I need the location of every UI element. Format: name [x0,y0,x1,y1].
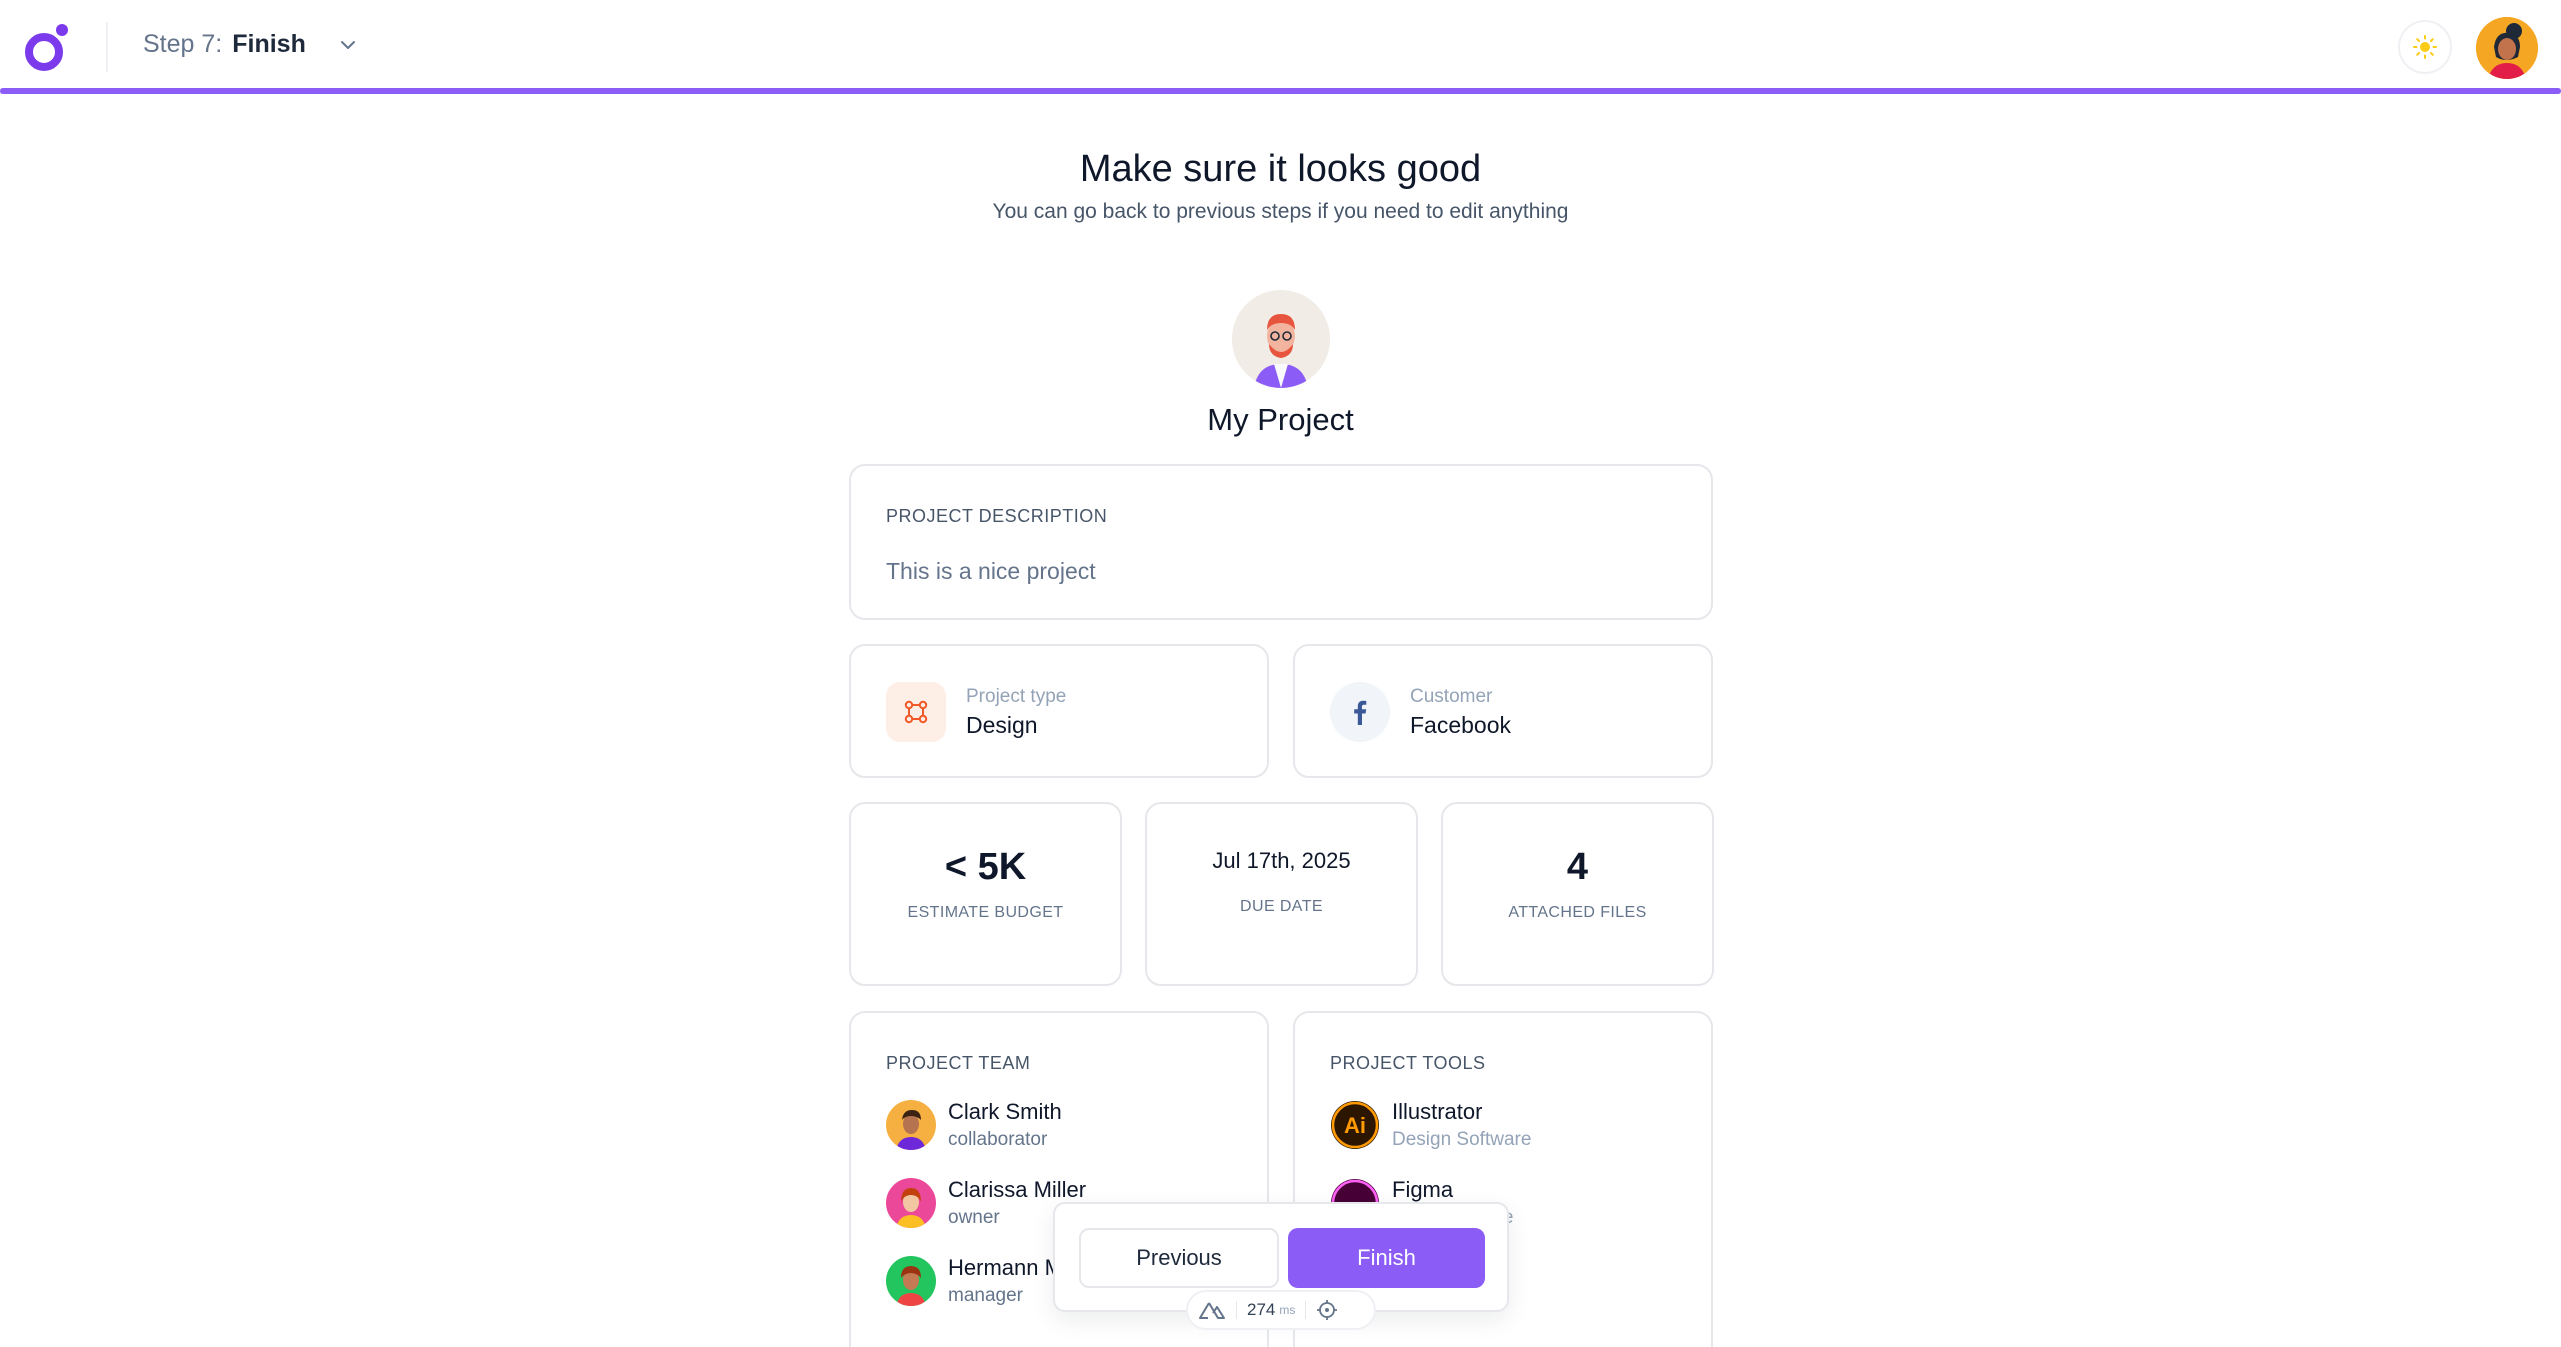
step-selector[interactable]: Step 7: Finish [143,30,360,59]
project-avatar [1232,290,1330,388]
customer-label: Customer [1410,686,1493,707]
divider [106,22,108,72]
team-member-role: manager [948,1285,1023,1306]
top-bar: Step 7: Finish [0,0,2561,94]
vector-nodes-icon [904,700,928,724]
project-description-label: PROJECT DESCRIPTION [886,506,1108,526]
team-member-row: Clark Smith collaborator [886,1099,1062,1151]
customer-card: Customer Facebook [1293,644,1713,778]
app-logo[interactable] [22,20,72,76]
step-number: Step 7: [143,30,223,58]
user-avatar-illustration [2476,17,2538,79]
budget-stat-card: < 5K ESTIMATE BUDGET [849,802,1122,986]
team-member-role: collaborator [948,1129,1048,1150]
team-member-avatar [886,1100,936,1150]
files-stat-card: 4 ATTACHED FILES [1441,802,1714,986]
dev-toolbar[interactable]: 274 ms [1186,1290,1376,1330]
project-avatar-illustration [1232,290,1330,388]
user-avatar[interactable] [2476,17,2538,79]
team-member-avatar [886,1256,936,1306]
due-date-stat-card: Jul 17th, 2025 DUE DATE [1145,802,1418,986]
facebook-icon [1354,700,1367,725]
svg-text:Ai: Ai [1344,1113,1366,1138]
project-type-label: Project type [966,686,1067,707]
tool-name: Illustrator [1392,1099,1483,1124]
previous-button[interactable]: Previous [1079,1228,1279,1288]
nuxt-icon[interactable] [1198,1300,1226,1320]
sun-icon [2413,35,2437,59]
project-name: My Project [1207,402,1354,437]
render-time-value: 274 [1247,1300,1276,1319]
project-type-card: Project type Design [849,644,1269,778]
due-date-value: Jul 17th, 2025 [1212,848,1351,873]
team-member-name: Clarissa Miller [948,1177,1087,1202]
tool-row: Ai Illustrator Design Software [1330,1099,1531,1151]
team-member-name: Hermann M [948,1255,1063,1280]
theme-toggle-button[interactable] [2398,20,2452,74]
illustrator-icon: Ai [1330,1100,1380,1150]
finish-button[interactable]: Finish [1288,1228,1485,1288]
page-title: Make sure it looks good [1079,148,1482,190]
budget-label: ESTIMATE BUDGET [907,904,1064,921]
team-member-avatar [886,1178,936,1228]
files-label: ATTACHED FILES [1508,904,1647,921]
page-subtitle: You can go back to previous steps if you… [992,200,1569,223]
team-member-name: Clark Smith [948,1099,1062,1124]
team-member-row: Hermann M manager [886,1255,1063,1307]
divider [1305,1301,1307,1319]
project-type-icon-box [886,682,946,742]
render-time-unit: ms [1279,1303,1296,1317]
progress-bar [0,88,2561,94]
step-title: Finish [232,30,306,58]
chevron-down-icon [340,40,355,49]
divider [1236,1301,1237,1319]
customer-icon-box [1330,682,1390,742]
crosshair-icon[interactable] [1316,1299,1338,1321]
project-description-text: This is a nice project [886,558,1096,584]
project-description-card: PROJECT DESCRIPTION This is a nice proje… [849,464,1713,620]
tool-category: Design Software [1392,1129,1532,1150]
budget-value: < 5K [944,846,1027,888]
project-type-value: Design [966,712,1038,738]
files-count-value: 4 [1566,846,1589,888]
due-date-label: DUE DATE [1240,898,1323,915]
project-team-label: PROJECT TEAM [886,1053,1031,1073]
tool-name: Figma [1392,1177,1454,1202]
customer-value: Facebook [1410,712,1512,738]
project-tools-label: PROJECT TOOLS [1330,1053,1486,1073]
progress-bar-fill [0,88,2561,94]
